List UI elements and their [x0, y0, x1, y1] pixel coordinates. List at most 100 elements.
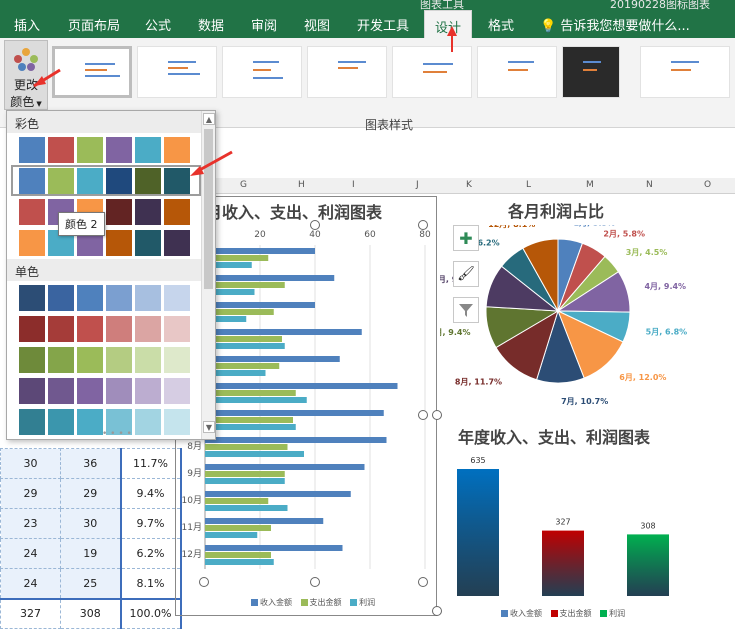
scroll-up-icon[interactable]: ▲ — [203, 113, 215, 125]
color-swatch[interactable] — [48, 347, 74, 373]
color-swatch[interactable] — [48, 137, 74, 163]
color-swatch[interactable] — [164, 137, 190, 163]
table-cell[interactable]: 19 — [60, 538, 121, 569]
col-h[interactable]: H — [298, 180, 305, 190]
table-cell[interactable]: 29 — [0, 478, 61, 509]
annual-bar-chart[interactable]: 635 327 308 — [440, 450, 735, 600]
change-colors-button[interactable]: 更改 颜色 ▼ — [4, 40, 48, 110]
chart-style-5[interactable] — [392, 46, 472, 98]
color-swatch[interactable] — [106, 347, 132, 373]
color-swatch[interactable] — [77, 316, 103, 342]
chart-style-3[interactable] — [222, 46, 302, 98]
color-swatch[interactable] — [135, 378, 161, 404]
tab-design[interactable]: 设计 — [424, 10, 473, 38]
table-cell[interactable]: 30 — [0, 448, 61, 479]
selected-palette-highlight[interactable] — [11, 165, 201, 196]
chart-style-4[interactable] — [307, 46, 387, 98]
color-swatch[interactable] — [106, 137, 132, 163]
chart-style-1[interactable] — [52, 46, 132, 98]
chart-style-8[interactable] — [640, 46, 730, 98]
col-n[interactable]: N — [646, 180, 653, 190]
color-swatch[interactable] — [164, 230, 190, 256]
color-swatch[interactable] — [48, 409, 74, 435]
resize-handle[interactable] — [418, 410, 428, 420]
color-swatch[interactable] — [135, 285, 161, 311]
color-swatch[interactable] — [77, 378, 103, 404]
color-swatch[interactable] — [135, 230, 161, 256]
color-swatch[interactable] — [164, 199, 190, 225]
table-cell[interactable]: 6.2% — [119, 538, 182, 569]
table-cell[interactable]: 9.4% — [119, 478, 182, 509]
tab-developer[interactable]: 开发工具 — [357, 15, 409, 34]
table-cell[interactable]: 9.7% — [119, 508, 182, 539]
resize-handle[interactable] — [418, 220, 428, 230]
scroll-down-icon[interactable]: ▼ — [203, 421, 215, 433]
table-cell[interactable]: 29 — [60, 478, 121, 509]
chart-style-2[interactable] — [137, 46, 217, 98]
tab-format[interactable]: 格式 — [488, 15, 514, 34]
tab-view[interactable]: 视图 — [304, 15, 330, 34]
tab-formulas[interactable]: 公式 — [145, 15, 171, 34]
color-swatch[interactable] — [19, 347, 45, 373]
resize-grip-icon[interactable]: • • • • — [102, 429, 132, 439]
color-swatch[interactable] — [77, 285, 103, 311]
resize-handle[interactable] — [310, 577, 320, 587]
color-swatch[interactable] — [77, 137, 103, 163]
color-swatch[interactable] — [19, 409, 45, 435]
col-j[interactable]: J — [416, 180, 419, 190]
table-cell[interactable]: 327 — [0, 597, 61, 629]
tab-insert[interactable]: 插入 — [14, 15, 40, 34]
color-swatch[interactable] — [164, 316, 190, 342]
table-cell[interactable]: 25 — [60, 568, 121, 599]
tab-data[interactable]: 数据 — [198, 15, 224, 34]
color-swatch[interactable] — [106, 378, 132, 404]
chart-elements-button[interactable]: ✚ — [453, 225, 479, 251]
color-swatch[interactable] — [19, 230, 45, 256]
color-swatch[interactable] — [135, 409, 161, 435]
scrollbar-thumb[interactable] — [204, 129, 213, 289]
chart-styles-button[interactable]: 🖌 — [453, 261, 479, 287]
color-swatch[interactable] — [77, 347, 103, 373]
color-swatch[interactable] — [19, 285, 45, 311]
chart-filters-button[interactable] — [453, 297, 479, 323]
table-cell[interactable]: 36 — [60, 448, 121, 479]
col-i[interactable]: I — [352, 180, 355, 190]
color-swatch[interactable] — [48, 378, 74, 404]
color-swatch[interactable] — [48, 316, 74, 342]
color-swatch[interactable] — [164, 285, 190, 311]
scrollbar[interactable]: ▲ ▼ — [201, 111, 215, 439]
color-swatch[interactable] — [164, 378, 190, 404]
table-cell[interactable]: 100.0% — [119, 597, 182, 629]
color-swatch[interactable] — [106, 230, 132, 256]
color-swatch[interactable] — [164, 347, 190, 373]
table-cell[interactable]: 308 — [60, 597, 121, 629]
color-swatch[interactable] — [106, 285, 132, 311]
color-swatch[interactable] — [19, 378, 45, 404]
color-swatch[interactable] — [19, 199, 45, 225]
resize-handle[interactable] — [199, 577, 209, 587]
chart-style-6[interactable] — [477, 46, 557, 98]
color-swatch[interactable] — [164, 409, 190, 435]
tell-me-search[interactable]: 💡 告诉我您想要做什么... — [540, 15, 690, 34]
color-swatch[interactable] — [19, 137, 45, 163]
color-swatch[interactable] — [19, 316, 45, 342]
col-k[interactable]: K — [466, 180, 472, 190]
color-swatch[interactable] — [135, 199, 161, 225]
color-swatch[interactable] — [77, 409, 103, 435]
pie-chart[interactable]: 1月, 5.5% 2月, 5.8% 3月, 4.5% 4月, 9.4% 5月, 6.8%… — [440, 225, 735, 420]
table-cell[interactable]: 23 — [0, 508, 61, 539]
table-cell[interactable]: 24 — [0, 568, 61, 599]
tab-review[interactable]: 审阅 — [251, 15, 277, 34]
color-swatch[interactable] — [135, 316, 161, 342]
resize-handle[interactable] — [310, 220, 320, 230]
tab-page-layout[interactable]: 页面布局 — [68, 15, 120, 34]
col-g[interactable]: G — [240, 180, 247, 190]
col-o[interactable]: O — [704, 180, 711, 190]
resize-handle[interactable] — [418, 577, 428, 587]
color-swatch[interactable] — [106, 316, 132, 342]
color-swatch[interactable] — [48, 285, 74, 311]
color-swatch[interactable] — [135, 347, 161, 373]
chart-style-7[interactable] — [562, 46, 620, 98]
table-cell[interactable]: 11.7% — [119, 448, 182, 479]
table-cell[interactable]: 24 — [0, 538, 61, 569]
